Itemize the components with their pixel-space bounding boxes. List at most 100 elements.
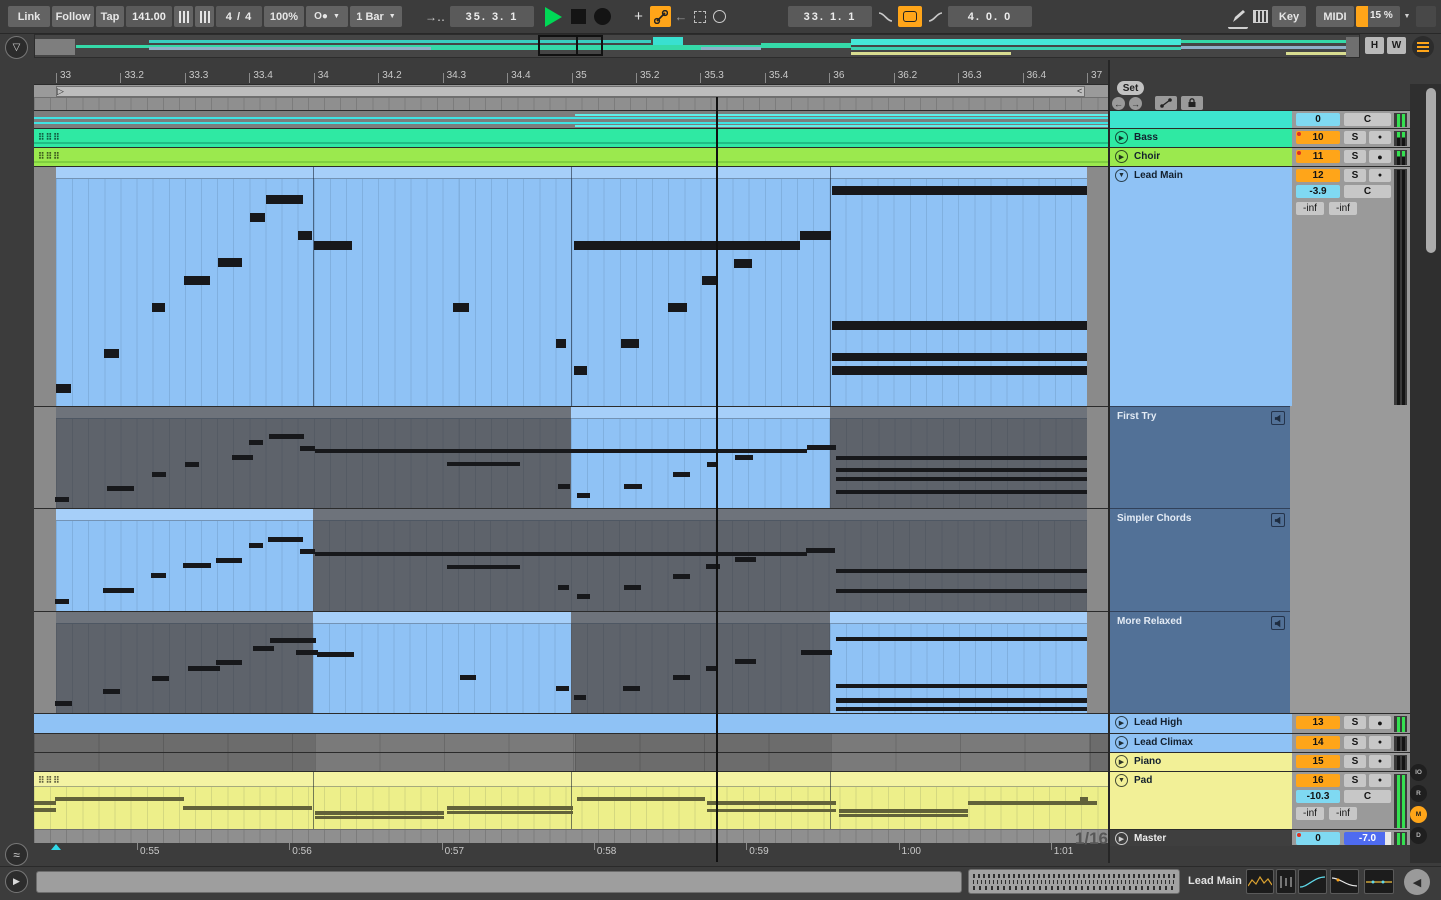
track-name-block[interactable]: ▶ Piano — [1110, 753, 1292, 771]
loop-start-display[interactable]: 33. 1. 1 — [788, 6, 872, 27]
midi-map-button[interactable]: MIDI — [1316, 6, 1354, 27]
solo-button[interactable]: S — [1344, 169, 1366, 182]
track-name-block[interactable]: ▶ Master — [1110, 830, 1292, 846]
volume-box[interactable]: 0 — [1296, 113, 1340, 126]
clip-segment[interactable] — [34, 734, 315, 752]
expand-transport-button[interactable]: ▽ — [5, 36, 28, 59]
arm-button[interactable]: ● — [1369, 131, 1391, 144]
track-number-box[interactable]: 15 — [1296, 755, 1340, 768]
metronome-button[interactable]: O● ▼ — [306, 6, 348, 27]
clip-segment[interactable] — [56, 612, 313, 713]
send-a-box[interactable]: -inf — [1296, 202, 1324, 215]
track-play-icon[interactable]: ▶ — [1115, 716, 1128, 729]
track-header-bass[interactable]: ▶ Bass 10 S ● — [1110, 128, 1410, 147]
track-name-block[interactable]: ▶ Lead High — [1110, 714, 1292, 733]
volume-box[interactable]: 0 — [1296, 832, 1340, 845]
solo-button[interactable]: S — [1344, 774, 1366, 787]
draw-mode-button[interactable] — [650, 6, 671, 27]
take-lane-header[interactable]: First Try — [1110, 406, 1290, 508]
volume-box[interactable]: -10.3 — [1296, 790, 1340, 803]
arm-button[interactable]: ● — [1369, 716, 1391, 729]
nudge-down-button[interactable] — [174, 6, 193, 27]
set-locator-button[interactable]: Set — [1117, 81, 1144, 95]
solo-button[interactable]: S — [1344, 150, 1366, 163]
loop-button[interactable] — [898, 6, 922, 27]
device-thumb[interactable] — [1298, 869, 1327, 894]
clip-segment[interactable] — [313, 612, 571, 713]
loop-length-display[interactable]: 4. 0. 0 — [948, 6, 1032, 27]
track-header-leadMain[interactable]: ▼ Lead Main 12 S ● -3.9 C -inf -inf — [1110, 166, 1410, 406]
time-format-toggle[interactable]: ≈ — [5, 843, 28, 866]
track-lane-leadMain[interactable] — [34, 166, 1108, 406]
volume-box[interactable]: -3.9 — [1296, 185, 1340, 198]
track-name-block[interactable]: ▼ Lead Main — [1110, 167, 1292, 406]
quantization-menu[interactable]: 100% — [264, 6, 304, 27]
track-name-block[interactable] — [1110, 111, 1292, 128]
key-map-button[interactable]: Key — [1272, 6, 1306, 27]
next-locator-button[interactable]: → — [1129, 97, 1142, 110]
track-lane-take1[interactable] — [34, 406, 1108, 508]
track-play-icon[interactable]: ▶ — [1115, 131, 1128, 144]
punch-in-button[interactable] — [874, 6, 896, 27]
record-button[interactable] — [594, 8, 611, 25]
solo-button[interactable]: S — [1344, 755, 1366, 768]
show-detail-view-button[interactable]: ◀ — [1404, 869, 1430, 895]
lock-envelopes-button[interactable] — [1181, 96, 1203, 110]
clip-segment[interactable] — [34, 753, 315, 771]
arrangement-position-display[interactable]: 35. 3. 1 — [450, 6, 534, 27]
beat-time-ruler[interactable]: 33 33.2 33.3 33.4 34 34.2 34.3 34.4 35 35.2 35.3 35… — [34, 60, 1108, 84]
track-name-block[interactable]: ▶ Choir — [1110, 148, 1292, 166]
nudge-up-button[interactable] — [195, 6, 214, 27]
track-lane-leadClimax[interactable] — [34, 733, 1108, 752]
track-unfold-icon[interactable]: ▼ — [1115, 774, 1128, 787]
stop-button[interactable] — [571, 9, 586, 24]
clip-segment[interactable] — [1090, 734, 1108, 752]
pan-box[interactable]: C — [1344, 790, 1391, 803]
take-audition-button[interactable] — [1271, 513, 1285, 527]
play-from-marker[interactable]: ▷ — [57, 86, 64, 97]
track-play-icon[interactable]: ▶ — [1115, 755, 1128, 768]
track-play-icon[interactable]: ▶ — [1115, 736, 1128, 749]
pan-box[interactable]: C — [1344, 113, 1391, 126]
track-name-block[interactable]: ▶ Bass — [1110, 129, 1292, 147]
time-signature-field[interactable]: 4 / 4 — [216, 6, 262, 27]
side-toggle-d[interactable]: D — [1410, 827, 1427, 844]
clip-segment[interactable] — [1090, 753, 1108, 771]
arrangement-overview[interactable] — [34, 34, 1360, 58]
overview-view-rectangle[interactable] — [538, 35, 603, 56]
loop-end-handle[interactable]: < — [1077, 86, 1082, 97]
clip-segment[interactable] — [56, 407, 571, 508]
send-a-box[interactable]: -inf — [1296, 807, 1324, 820]
follow-button[interactable]: Follow — [52, 6, 94, 27]
track-header-leadHigh[interactable]: ▶ Lead High 13 S ● — [1110, 713, 1410, 733]
track-lane-pad[interactable]: ⠿⠿⠿ — [34, 771, 1108, 829]
pan-box[interactable]: -7.0 — [1344, 832, 1391, 845]
device-thumb[interactable] — [1246, 869, 1274, 894]
side-toggle-m[interactable]: M — [1410, 806, 1427, 823]
prev-locator-button[interactable]: ← — [1112, 97, 1125, 110]
loop-brace[interactable] — [56, 86, 1085, 97]
track-number-box[interactable]: 14 — [1296, 736, 1340, 749]
clip-segment[interactable] — [56, 509, 313, 611]
preview-play-button[interactable]: ▶ — [5, 870, 28, 893]
track-header-piano[interactable]: ▶ Piano 15 S ● — [1110, 752, 1410, 771]
solo-button[interactable]: S — [1344, 716, 1366, 729]
send-b-box[interactable]: -inf — [1329, 807, 1357, 820]
track-name-block[interactable]: ▶ Lead Climax — [1110, 734, 1292, 752]
track-number-box[interactable]: 12 — [1296, 169, 1340, 182]
arm-button[interactable]: ● — [1369, 774, 1391, 787]
link-tracks-button[interactable] — [1155, 96, 1177, 110]
track-number-box[interactable]: 16 — [1296, 774, 1340, 787]
clip-segment[interactable] — [575, 753, 831, 771]
take-audition-button[interactable] — [1271, 616, 1285, 630]
fit-width-button[interactable]: W — [1387, 37, 1406, 54]
pan-box[interactable]: C — [1344, 185, 1391, 198]
send-b-box[interactable]: -inf — [1329, 202, 1357, 215]
play-button[interactable] — [545, 7, 562, 27]
track-header-pad[interactable]: ▼ Pad 16 S ● -10.3 C -inf -inf — [1110, 771, 1410, 829]
clip-mini-overview[interactable] — [968, 869, 1180, 894]
track-lane-piano[interactable] — [34, 752, 1108, 771]
clip-segment[interactable] — [315, 734, 575, 752]
device-thumb[interactable] — [1330, 869, 1359, 894]
info-status-field[interactable] — [36, 871, 962, 893]
